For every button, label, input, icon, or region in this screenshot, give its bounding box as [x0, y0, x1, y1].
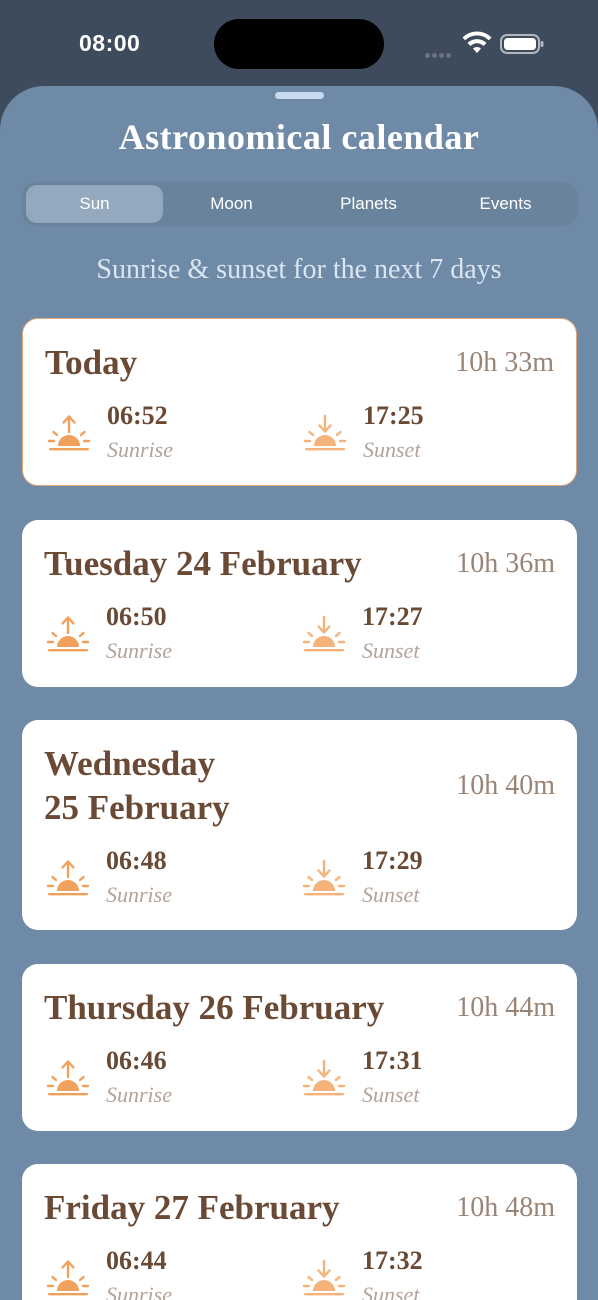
wifi-icon — [462, 31, 492, 53]
sunset-group: 17:25 Sunset — [303, 401, 503, 471]
battery-icon — [500, 34, 544, 54]
day-length: 10h 36m — [456, 548, 555, 579]
sunset-icon — [302, 858, 346, 898]
sunrise-label: Sunrise — [106, 1282, 172, 1300]
sunrise-icon — [46, 858, 90, 898]
sunset-label: Sunset — [362, 638, 420, 663]
status-time: 08:00 — [79, 30, 141, 56]
status-bar: 08:00 — [0, 0, 598, 88]
day-title: Today — [45, 343, 138, 382]
dynamic-island — [214, 19, 384, 69]
sunset-label: Sunset — [362, 1282, 420, 1300]
sunrise-group: 06:44 Sunrise — [46, 1246, 246, 1300]
sunrise-group: 06:46 Sunrise — [46, 1046, 246, 1116]
day-length: 10h 44m — [456, 992, 555, 1023]
day-card[interactable]: Thursday 26 February 10h 44m 06:46 Sunri… — [22, 964, 577, 1131]
sunset-time: 17:32 — [362, 1246, 423, 1275]
tab-events[interactable]: Events — [437, 185, 574, 223]
sunrise-icon — [46, 1058, 90, 1098]
tab-planets[interactable]: Planets — [300, 185, 437, 223]
day-card[interactable]: Wednesday 25 February 10h 40m 06:48 Sunr… — [22, 720, 577, 930]
sunrise-label: Sunrise — [107, 437, 173, 462]
sunrise-group: 06:52 Sunrise — [47, 401, 247, 471]
tab-sun[interactable]: Sun — [26, 185, 163, 223]
sunrise-time: 06:46 — [106, 1046, 167, 1075]
sunset-icon — [302, 614, 346, 654]
day-card[interactable]: Tuesday 24 February 10h 36m 06:50 Sunris… — [22, 520, 577, 687]
sunrise-group: 06:50 Sunrise — [46, 602, 246, 672]
day-title-line2: 25 February — [44, 788, 230, 827]
sunset-time: 17:27 — [362, 602, 423, 631]
sunrise-label: Sunrise — [106, 1082, 172, 1107]
day-card-today[interactable]: Today 10h 33m 06:52 Sunrise 17:25 Sunset — [22, 318, 577, 486]
category-segmented-control: Sun Moon Planets Events — [22, 182, 578, 226]
day-title: Tuesday 24 February — [44, 544, 362, 583]
sheet-grabber[interactable] — [275, 92, 324, 99]
sunset-icon — [302, 1058, 346, 1098]
section-subtitle: Sunrise & sunset for the next 7 days — [96, 254, 502, 285]
sunset-time: 17:25 — [363, 401, 424, 430]
sunrise-label: Sunrise — [106, 638, 172, 663]
sunset-label: Sunset — [362, 882, 420, 907]
sunrise-group: 06:48 Sunrise — [46, 846, 246, 916]
sunrise-label: Sunrise — [106, 882, 172, 907]
calendar-sheet: Astronomical calendar Sun Moon Planets E… — [0, 86, 598, 1300]
day-card[interactable]: Friday 27 February 10h 48m 06:44 Sunrise… — [22, 1164, 577, 1300]
day-title-line1: Wednesday — [44, 744, 216, 783]
cellular-signal-icon — [425, 45, 455, 58]
sunset-label: Sunset — [363, 437, 421, 462]
day-title: Friday 27 February — [44, 1188, 340, 1227]
sunrise-time: 06:50 — [106, 602, 167, 631]
sunrise-icon — [47, 413, 91, 453]
sunset-group: 17:29 Sunset — [302, 846, 502, 916]
sunset-group: 17:32 Sunset — [302, 1246, 502, 1300]
day-title: Thursday 26 February — [44, 988, 385, 1027]
sunset-icon — [302, 1258, 346, 1298]
sunset-icon — [303, 413, 347, 453]
sunset-time: 17:29 — [362, 846, 423, 875]
day-length: 10h 40m — [456, 770, 555, 801]
sunrise-icon — [46, 1258, 90, 1298]
sunrise-time: 06:44 — [106, 1246, 167, 1275]
page-title: Astronomical calendar — [118, 117, 480, 157]
sunrise-time: 06:48 — [106, 846, 167, 875]
sunset-group: 17:27 Sunset — [302, 602, 502, 672]
sunrise-icon — [46, 614, 90, 654]
tab-moon[interactable]: Moon — [163, 185, 300, 223]
day-length: 10h 33m — [455, 347, 554, 378]
day-length: 10h 48m — [456, 1192, 555, 1223]
sunrise-time: 06:52 — [107, 401, 168, 430]
sunset-group: 17:31 Sunset — [302, 1046, 502, 1116]
sunset-time: 17:31 — [362, 1046, 423, 1075]
sunset-label: Sunset — [362, 1082, 420, 1107]
